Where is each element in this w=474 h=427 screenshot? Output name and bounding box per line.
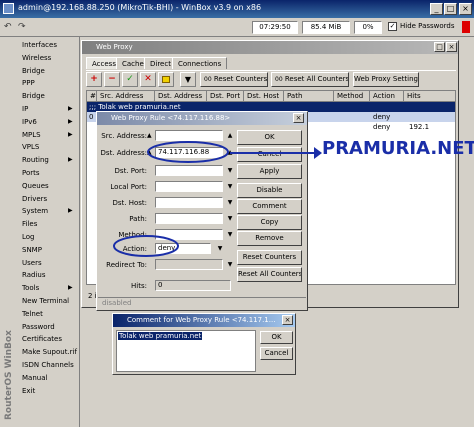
action-highlight-circle [113, 235, 179, 257]
annotation-overlay [113, 141, 322, 257]
annotation-arrowhead [314, 147, 322, 159]
dst-address-highlight-circle [147, 141, 229, 163]
pramuria-annotation-text: PRAMURIA.NET [322, 138, 474, 159]
